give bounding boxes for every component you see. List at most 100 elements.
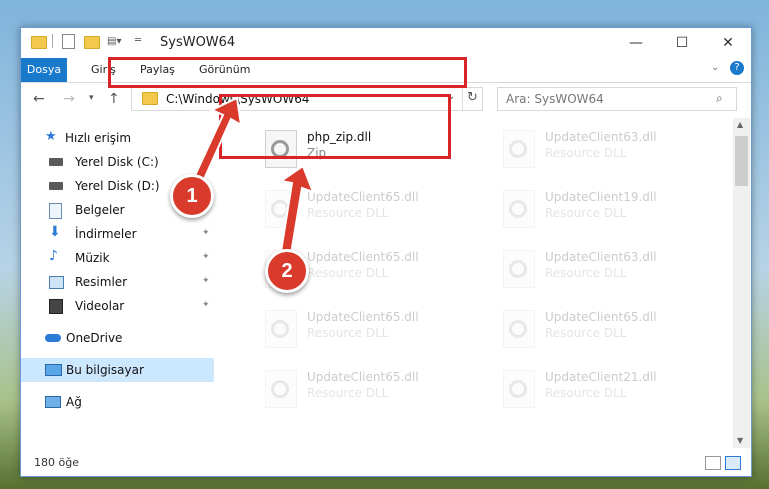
nav-item-this-pc[interactable]: Bu bilgisayar bbox=[21, 358, 214, 382]
file-type: Resource DLL bbox=[307, 386, 389, 400]
search-placeholder: Ara: SysWOW64 bbox=[506, 92, 604, 106]
tab-file[interactable]: Dosya bbox=[21, 58, 67, 82]
new-folder-icon[interactable] bbox=[84, 36, 100, 49]
nav-label: Belgeler bbox=[75, 203, 125, 217]
drive-icon bbox=[49, 182, 63, 190]
nav-item-drive-c[interactable]: Yerel Disk (C:) bbox=[21, 150, 214, 174]
details-view-icon[interactable] bbox=[705, 456, 721, 470]
documents-icon bbox=[49, 203, 62, 219]
navigation-pane: ★ Hızlı erişim Yerel Disk (C:) Yerel Dis… bbox=[21, 118, 214, 448]
close-button[interactable]: ✕ bbox=[705, 28, 751, 58]
recent-locations-icon[interactable]: ▾ bbox=[89, 93, 94, 103]
address-bar-highlight bbox=[108, 57, 467, 88]
nav-label: Videolar bbox=[75, 299, 125, 313]
file-name: UpdateClient65.dll bbox=[307, 190, 419, 204]
help-icon[interactable]: ? bbox=[730, 61, 744, 75]
file-tile[interactable]: UpdateClient65.dll Resource DLL bbox=[479, 304, 699, 352]
nav-label: Ağ bbox=[66, 395, 82, 409]
dll-file-icon bbox=[503, 370, 535, 408]
tiles-view-icon[interactable] bbox=[725, 456, 741, 470]
music-icon: ♪ bbox=[49, 248, 58, 264]
refresh-icon[interactable]: ↻ bbox=[467, 90, 478, 105]
step-badge-1: 1 bbox=[170, 174, 214, 218]
dll-file-icon bbox=[503, 130, 535, 168]
computer-icon bbox=[45, 364, 62, 376]
network-icon bbox=[45, 396, 61, 408]
nav-item-network[interactable]: Ağ bbox=[21, 390, 214, 414]
properties-icon[interactable] bbox=[62, 34, 75, 49]
dll-file-icon bbox=[503, 310, 535, 348]
file-type: Resource DLL bbox=[307, 326, 389, 340]
vertical-scrollbar[interactable]: ▲ ▼ bbox=[733, 118, 750, 448]
maximize-button[interactable]: ☐ bbox=[659, 28, 705, 58]
file-type: Resource DLL bbox=[545, 206, 627, 220]
file-type: Resource DLL bbox=[545, 266, 627, 280]
nav-item-onedrive[interactable]: OneDrive bbox=[21, 326, 214, 350]
nav-label: Yerel Disk (C:) bbox=[75, 155, 159, 169]
file-name: UpdateClient19.dll bbox=[545, 190, 657, 204]
dll-file-icon bbox=[265, 310, 297, 348]
nav-label: Bu bilgisayar bbox=[66, 363, 144, 377]
dll-file-icon bbox=[265, 190, 297, 228]
nav-label: Yerel Disk (D:) bbox=[75, 179, 160, 193]
nav-item-music[interactable]: ♪ Müzik ✦ bbox=[21, 246, 214, 270]
nav-label: İndirmeler bbox=[75, 227, 137, 241]
file-name: UpdateClient65.dll bbox=[307, 370, 419, 384]
drive-icon bbox=[49, 158, 63, 166]
videos-icon bbox=[49, 299, 63, 314]
item-count: 180 öğe bbox=[34, 456, 79, 469]
nav-label: Resimler bbox=[75, 275, 128, 289]
nav-label: Hızlı erişim bbox=[65, 131, 132, 145]
dll-file-icon bbox=[503, 190, 535, 228]
pin-icon[interactable]: ✦ bbox=[202, 300, 210, 310]
pin-icon[interactable]: ✦ bbox=[202, 252, 210, 262]
file-name: UpdateClient65.dll bbox=[307, 250, 419, 264]
file-type: Resource DLL bbox=[307, 206, 389, 220]
file-tile[interactable]: UpdateClient65.dll Resource DLL bbox=[241, 184, 461, 232]
up-arrow-icon[interactable]: ↑ bbox=[108, 91, 120, 107]
nav-label: Müzik bbox=[75, 251, 110, 265]
file-tile[interactable]: UpdateClient21.dll Resource DLL bbox=[479, 364, 699, 412]
nav-item-videos[interactable]: Videolar ✦ bbox=[21, 294, 214, 318]
file-name: UpdateClient21.dll bbox=[545, 370, 657, 384]
nav-label: OneDrive bbox=[66, 331, 123, 345]
step-badge-2: 2 bbox=[265, 249, 309, 293]
file-tile[interactable]: UpdateClient65.dll Resource DLL bbox=[241, 364, 461, 412]
file-tile[interactable]: UpdateClient65.dll Resource DLL bbox=[241, 304, 461, 352]
file-tile[interactable]: UpdateClient63.dll Resource DLL bbox=[479, 244, 699, 292]
scroll-down-icon[interactable]: ▼ bbox=[737, 436, 743, 445]
file-tile[interactable]: UpdateClient19.dll Resource DLL bbox=[479, 184, 699, 232]
file-type: Resource DLL bbox=[307, 266, 389, 280]
file-name: UpdateClient65.dll bbox=[307, 310, 419, 324]
qat-dropdown-icon[interactable]: ═ bbox=[135, 35, 141, 46]
search-input[interactable]: Ara: SysWOW64 ⌕ bbox=[497, 87, 737, 111]
nav-item-pictures[interactable]: Resimler ✦ bbox=[21, 270, 214, 294]
status-bar: 180 öğe bbox=[21, 450, 751, 476]
file-name: UpdateClient63.dll bbox=[545, 130, 657, 144]
divider bbox=[462, 88, 463, 110]
back-arrow-icon[interactable]: ← bbox=[33, 91, 45, 107]
pin-icon[interactable]: ✦ bbox=[202, 276, 210, 286]
expand-ribbon-icon[interactable]: ⌄ bbox=[711, 62, 719, 73]
file-highlight bbox=[219, 94, 451, 159]
scrollbar-thumb[interactable] bbox=[735, 136, 748, 186]
forward-arrow-icon[interactable]: → bbox=[63, 91, 75, 107]
download-icon: ⬇ bbox=[49, 224, 61, 240]
scroll-up-icon[interactable]: ▲ bbox=[737, 120, 743, 129]
file-type: Resource DLL bbox=[545, 386, 627, 400]
title-bar: ▤▾ ═ SysWOW64 — ☐ ✕ bbox=[21, 28, 751, 58]
star-icon: ★ bbox=[45, 129, 57, 144]
file-tile[interactable]: UpdateClient63.dll Resource DLL bbox=[479, 124, 699, 172]
nav-item-quick-access[interactable]: ★ Hızlı erişim bbox=[21, 126, 214, 150]
minimize-button[interactable]: — bbox=[613, 28, 659, 58]
customize-qat-icon[interactable]: ▤▾ bbox=[107, 36, 121, 47]
nav-item-downloads[interactable]: ⬇ İndirmeler ✦ bbox=[21, 222, 214, 246]
window-title: SysWOW64 bbox=[160, 35, 236, 50]
pin-icon[interactable]: ✦ bbox=[202, 228, 210, 238]
address-folder-icon bbox=[142, 92, 158, 105]
dll-file-icon bbox=[503, 250, 535, 288]
search-icon[interactable]: ⌕ bbox=[716, 91, 723, 106]
cloud-icon bbox=[45, 334, 61, 342]
folder-icon bbox=[31, 36, 47, 49]
pictures-icon bbox=[49, 276, 64, 289]
